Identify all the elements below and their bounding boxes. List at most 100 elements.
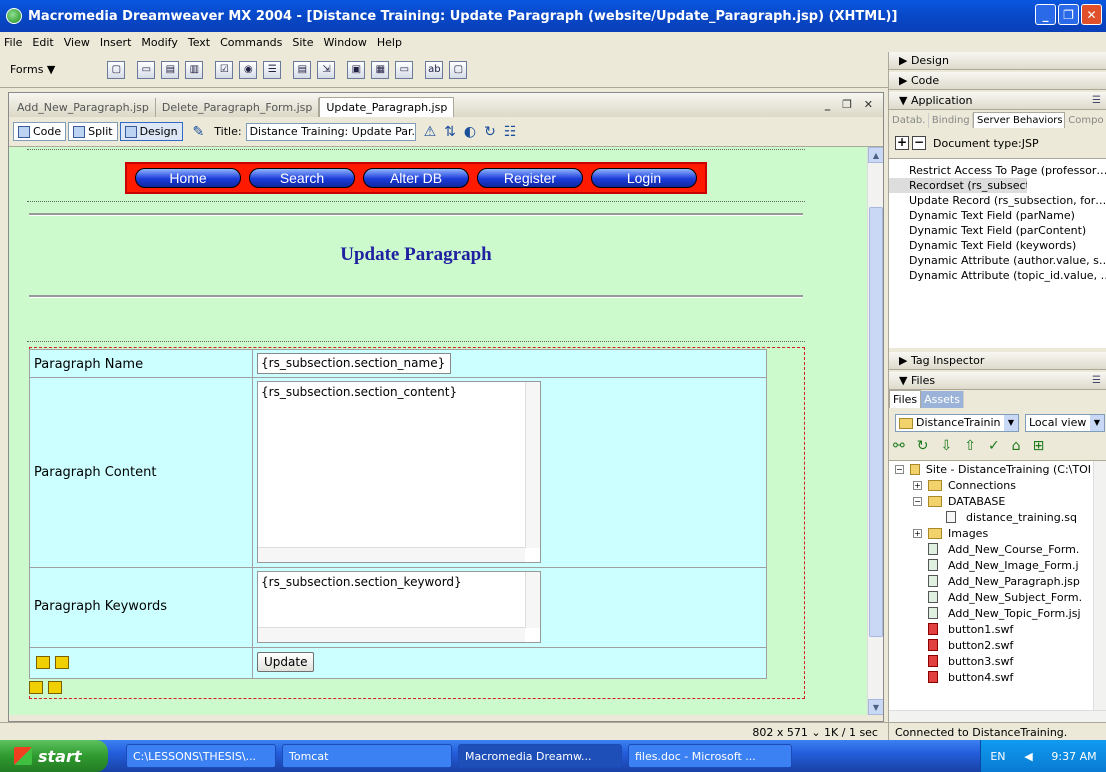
browser-check-icon[interactable]: ⚠ [424,124,437,140]
server-behavior-item[interactable]: Dynamic Text Field (parContent) [889,223,1106,238]
hidden-field-icon[interactable] [55,656,69,669]
radio-group-icon[interactable]: ☰ [263,60,282,79]
file-tree-item[interactable]: button3.swf [889,653,1091,669]
nav-register-button[interactable]: Register [477,168,583,188]
design-panel-header[interactable]: ▶ Design [889,52,1106,70]
panel-options-icon[interactable]: ☰ [1092,375,1101,386]
start-button[interactable]: start [0,740,108,772]
paragraph-content-textarea[interactable]: {rs_subsection.section_content} [257,381,541,563]
menu-window[interactable]: Window [324,36,367,49]
button-icon[interactable]: ▭ [395,60,414,79]
server-behavior-item[interactable]: Dynamic Text Field (parName) [889,208,1106,223]
tag-inspector-panel-header[interactable]: ▶ Tag Inspector [889,352,1106,370]
taskbar-item-folder[interactable]: C:\LESSONS\THESIS\... [126,744,276,768]
tab-bindings[interactable]: Binding [929,113,974,128]
text-field-icon[interactable]: ▭ [137,60,156,79]
file-tree-item[interactable]: − Site - DistanceTraining (C:\TOI [889,461,1091,477]
collapse-icon[interactable]: − [913,496,922,506]
panel-options-icon[interactable]: ☰ [1092,95,1101,106]
paragraph-keywords-textarea[interactable]: {rs_subsection.section_keyword} [257,571,541,643]
file-field-icon[interactable]: ▦ [371,60,390,79]
file-tree-item[interactable]: Add_New_Paragraph.jsp [889,573,1091,589]
textarea-horizontal-scrollbar[interactable] [258,627,525,642]
server-behavior-item[interactable]: Recordset (rs_subsection) [889,178,1027,193]
image-field-icon[interactable]: ▣ [347,60,366,79]
server-behavior-item[interactable]: Dynamic Text Field (keywords) [889,238,1106,253]
connect-icon[interactable]: ⚯ [893,438,905,454]
scroll-down-icon[interactable]: ▼ [868,699,883,715]
file-tree-item[interactable]: button2.swf [889,637,1091,653]
expand-icon[interactable]: + [913,480,922,490]
menu-site[interactable]: Site [292,36,313,49]
textarea-vertical-scrollbar[interactable] [525,382,540,548]
file-tree-item[interactable]: Add_New_Course_Form. [889,541,1091,557]
server-behavior-item[interactable]: Update Record (rs_subsection, for… [889,193,1106,208]
hidden-field-icon[interactable] [36,656,50,669]
files-vertical-scrollbar[interactable] [1093,461,1106,710]
files-horizontal-scrollbar[interactable] [889,710,1106,722]
design-vertical-scrollbar[interactable]: ▲ ▼ [867,147,883,715]
file-tree-item[interactable]: + Images [889,525,1091,541]
design-view-button[interactable]: Design [119,122,183,141]
document-title-input[interactable]: Distance Training: Update Par. [245,122,416,141]
get-files-icon[interactable]: ⇩ [940,438,952,454]
tab-files[interactable]: Files [889,390,922,408]
menu-text[interactable]: Text [188,36,210,49]
paragraph-name-input[interactable]: {rs_subsection.section_name} [257,353,451,374]
scrollbar-thumb[interactable] [869,207,883,637]
file-tree-item[interactable]: + Connections [889,477,1091,493]
menu-help[interactable]: Help [377,36,402,49]
remove-behavior-icon[interactable]: − [912,136,926,150]
tab-update-paragraph[interactable]: Update_Paragraph.jsp [319,97,455,117]
check-in-icon[interactable]: ⌂ [1012,438,1021,454]
textarea-vertical-scrollbar[interactable] [525,572,540,628]
put-files-icon[interactable]: ⇧ [964,438,976,454]
tab-assets[interactable]: Assets [921,391,964,408]
form-icon[interactable]: ▢ [107,60,126,79]
tab-delete-paragraph-form[interactable]: Delete_Paragraph_Form.jsp [156,98,320,117]
tab-components[interactable]: Compo [1065,113,1106,128]
scroll-up-icon[interactable]: ▲ [868,147,883,163]
document-window-controls[interactable]: _ ❐ ✕ [825,98,877,111]
menu-view[interactable]: View [64,36,90,49]
textarea-horizontal-scrollbar[interactable] [258,547,525,562]
minimize-button[interactable]: _ [1035,4,1056,25]
code-view-button[interactable]: Code [13,122,67,141]
add-behavior-icon[interactable]: + [895,136,909,150]
file-tree-item[interactable]: distance_training.sq [889,509,1091,525]
application-panel-header[interactable]: ▼ Application ☰ [889,92,1106,110]
expand-icon[interactable]: ⊞ [1033,438,1045,454]
hidden-field-icon[interactable] [29,681,43,694]
window-size-readout[interactable]: 802 x 571 ⌄ 1K / 1 sec [752,726,878,739]
file-tree-item[interactable]: − DATABASE [889,493,1091,509]
view-options-icon[interactable]: ☷ [504,124,517,140]
fieldset-icon[interactable]: ▢ [449,60,468,79]
jump-menu-icon[interactable]: ⇲ [317,60,336,79]
site-select[interactable]: DistanceTrainin ▼ [895,414,1019,432]
design-view[interactable]: Home Search Alter DB Register Login Upda… [9,147,883,715]
menu-modify[interactable]: Modify [141,36,177,49]
hidden-field-icon[interactable] [48,681,62,694]
file-tree-item[interactable]: Add_New_Subject_Form. [889,589,1091,605]
server-behavior-item[interactable]: Dynamic Attribute (author.value, s… [889,253,1106,268]
menu-edit[interactable]: Edit [32,36,53,49]
tab-add-new-paragraph[interactable]: Add_New_Paragraph.jsp [11,98,156,117]
nav-search-button[interactable]: Search [249,168,355,188]
split-view-button[interactable]: Split [68,122,118,141]
file-tree-item[interactable]: Add_New_Topic_Form.jsj [889,605,1091,621]
tab-databases[interactable]: Datab. [889,113,929,128]
file-tree-item[interactable]: button1.swf [889,621,1091,637]
update-button[interactable]: Update [257,652,315,672]
view-select[interactable]: Local view ▼ [1025,414,1105,432]
file-tree-item[interactable]: Add_New_Image_Form.j [889,557,1091,573]
collapse-icon[interactable]: − [895,464,904,474]
file-management-icon[interactable]: ⇅ [444,124,456,140]
tab-server-behaviors[interactable]: Server Behaviors [973,112,1066,128]
preview-browser-icon[interactable]: ◐ [464,124,476,140]
code-panel-header[interactable]: ▶ Code [889,72,1106,90]
files-panel-header[interactable]: ▼ Files ☰ [889,372,1106,390]
expand-icon[interactable]: + [913,528,922,538]
menu-commands[interactable]: Commands [220,36,282,49]
menu-file[interactable]: File [4,36,22,49]
hidden-field-icon[interactable]: ▤ [161,60,180,79]
